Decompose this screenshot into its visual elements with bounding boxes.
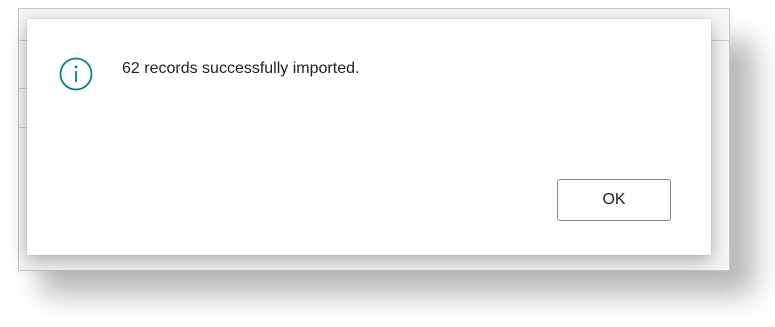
info-circle-icon: [59, 57, 93, 91]
screen: 62 records successfully imported. OK: [0, 0, 775, 327]
message-dialog: 62 records successfully imported. OK: [27, 19, 711, 255]
background-divider: [709, 40, 729, 41]
ok-button[interactable]: OK: [557, 179, 671, 221]
dialog-message: 62 records successfully imported.: [122, 60, 360, 77]
